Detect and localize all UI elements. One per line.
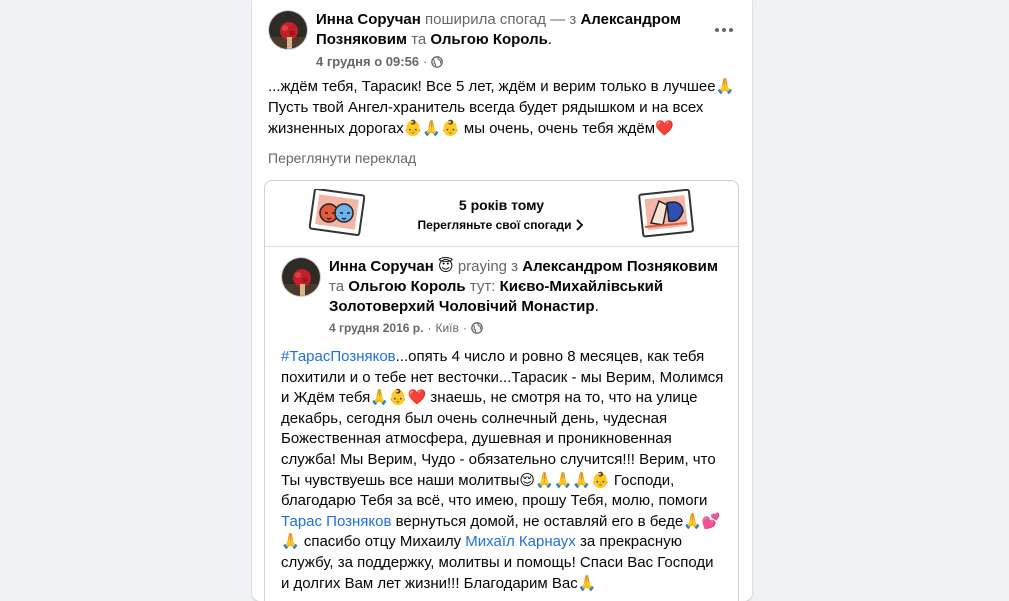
and-text: та — [411, 31, 427, 48]
at-text: тут: — [469, 278, 496, 295]
more-options-button[interactable] — [710, 16, 738, 44]
memory-subtitle-text: Перегляньте свої спогади — [417, 218, 572, 232]
memory-period: . — [594, 298, 599, 315]
memory-meta-dot-1: · — [427, 321, 432, 335]
memory-post-date[interactable]: 4 грудня 2016 р. — [329, 321, 423, 335]
post-date[interactable]: 4 грудня о 09:56 — [316, 54, 419, 69]
post-body: ...ждём тебя, Тарасик! Все 5 лет, ждём и… — [268, 76, 738, 139]
friends-sticker-right — [638, 189, 694, 238]
post-text-line-3: жизненных дорогах👶🙏👶 мы очень, очень теб… — [268, 120, 674, 137]
activity-text: praying з — [457, 258, 519, 275]
period: . — [547, 31, 553, 48]
shared-memory: 5 років тому Перегляньте свої спогади Ин… — [264, 180, 739, 601]
post-card: Инна Соручан поширила спогад — з Алексан… — [252, 0, 752, 601]
action-text: поширила спогад — з — [425, 11, 577, 28]
memory-city[interactable]: Київ — [435, 321, 458, 335]
memory-author-avatar[interactable] — [281, 257, 321, 297]
mention-link-1[interactable]: Тарас Позняков — [281, 513, 391, 530]
memory-post-meta: 4 грудня 2016 р. · Київ · — [329, 321, 483, 335]
feeling-emoji: 😇 — [438, 258, 454, 275]
author-avatar[interactable] — [268, 10, 308, 50]
mention-link-2[interactable]: Михаїл Карнаух — [465, 533, 576, 550]
more-dot-2 — [722, 28, 726, 32]
memory-globe-icon[interactable] — [471, 322, 483, 334]
see-translation-link[interactable]: Переглянути переклад — [268, 150, 416, 166]
chevron-right-icon — [576, 219, 584, 231]
post-text-line-1: ...ждём тебя, Тарасик! Все 5 лет, ждём и… — [268, 78, 735, 95]
more-options-icon — [715, 28, 719, 32]
memory-post-body: #ТарасПозняков...опять 4 число и ровно 8… — [281, 347, 726, 594]
tagged-person-2[interactable]: Ольгою Король — [430, 31, 547, 48]
memory-tagged-person-2[interactable]: Ольгою Король — [348, 278, 465, 295]
globe-icon[interactable] — [431, 55, 444, 68]
meta-dot: · — [423, 54, 428, 69]
memory-and-text: та — [329, 278, 345, 295]
memory-meta-dot-2: · — [462, 321, 467, 335]
hashtag-link[interactable]: #ТарасПозняков — [281, 348, 396, 365]
post-meta: 4 грудня о 09:56 · — [316, 54, 444, 69]
post-header-text: Инна Соручан поширила спогад — з Алексан… — [316, 10, 696, 50]
memory-tagged-person-1[interactable]: Александром Позняковим — [522, 258, 718, 275]
memory-author-name[interactable]: Инна Соручан — [329, 258, 434, 275]
author-name[interactable]: Инна Соручан — [316, 11, 421, 28]
memory-post-header: Инна Соручан 😇 praying з Александром Поз… — [329, 257, 729, 317]
post-text-line-2: Пусть твой Ангел-хранитель всегда будет … — [268, 99, 704, 116]
more-dot-3 — [729, 28, 733, 32]
memory-banner[interactable]: 5 років тому Перегляньте свої спогади — [265, 181, 738, 247]
memory-text-a: ...опять 4 число и ровно 8 месяцев, как … — [281, 348, 724, 510]
